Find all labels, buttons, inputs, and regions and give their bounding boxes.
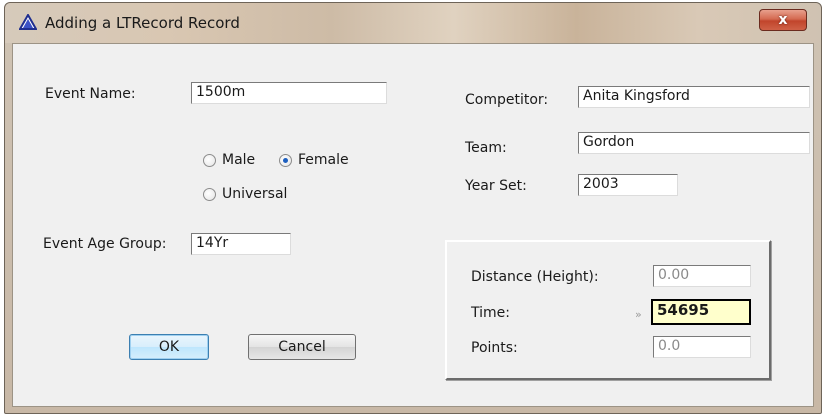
year-set-input[interactable]: 2003	[578, 174, 678, 196]
team-label: Team:	[465, 140, 507, 156]
event-name-label: Event Name:	[45, 86, 136, 102]
competitor-label: Competitor:	[465, 92, 549, 108]
radio-male-dot	[203, 153, 216, 167]
distance-input[interactable]: 0.00	[653, 265, 751, 287]
time-input[interactable]: 54695	[651, 299, 751, 325]
radio-female-label: Female	[298, 152, 349, 168]
event-age-group-input[interactable]: 14Yr	[191, 233, 291, 255]
time-label: Time:	[471, 305, 510, 321]
points-label: Points:	[471, 340, 518, 356]
radio-universal[interactable]: Universal	[203, 186, 287, 202]
distance-label: Distance (Height):	[471, 269, 599, 285]
radio-male[interactable]: Male	[203, 152, 255, 168]
event-name-input[interactable]: 1500m	[191, 82, 387, 104]
year-set-label: Year Set:	[465, 178, 527, 194]
radio-universal-label: Universal	[222, 186, 288, 202]
radio-universal-dot	[203, 187, 216, 201]
cancel-button[interactable]: Cancel	[248, 334, 356, 360]
dialog-window: Adding a LTRecord Record x Event Name: 1…	[4, 2, 822, 414]
team-input[interactable]: Gordon	[578, 132, 810, 154]
competitor-input[interactable]: Anita Kingsford	[578, 86, 810, 108]
title-bar[interactable]: Adding a LTRecord Record x	[5, 3, 821, 43]
time-focus-marker: »	[635, 308, 642, 321]
dialog-body: Event Name: 1500m Male Female Universal …	[12, 43, 814, 407]
app-triangle-icon	[19, 14, 37, 30]
result-panel: Distance (Height): 0.00 Time: » 54695 Po…	[445, 240, 771, 380]
window-title: Adding a LTRecord Record	[45, 14, 240, 32]
radio-female-dot	[279, 153, 292, 167]
ok-button[interactable]: OK	[129, 334, 209, 360]
points-input[interactable]: 0.0	[653, 336, 751, 358]
event-age-group-label: Event Age Group:	[43, 236, 167, 252]
close-button[interactable]: x	[759, 9, 807, 31]
radio-male-label: Male	[222, 152, 256, 168]
radio-female[interactable]: Female	[279, 152, 349, 168]
close-icon: x	[778, 12, 788, 28]
